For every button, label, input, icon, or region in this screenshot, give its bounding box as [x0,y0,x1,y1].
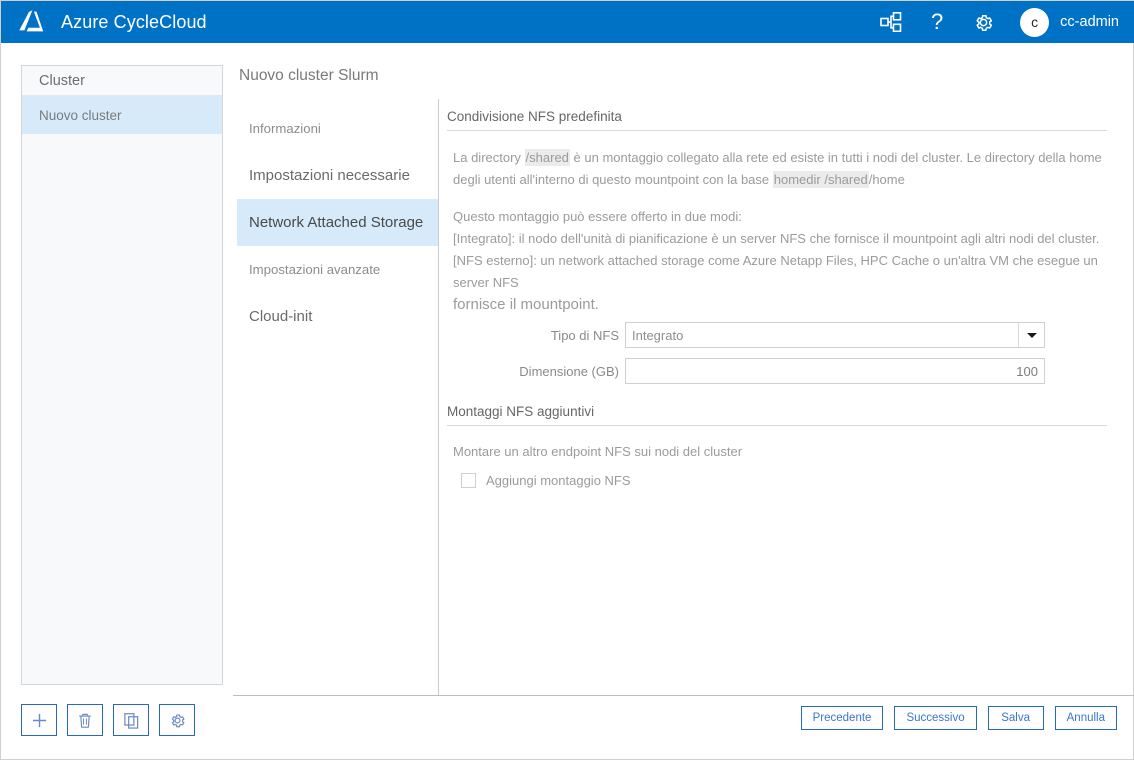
footer-divider [233,695,1134,696]
network-topology-icon[interactable] [878,9,904,35]
tab-cloud-init[interactable]: Cloud-init [237,293,438,340]
section-heading-nfs-default: Condivisione NFS predefinita [447,109,1107,131]
brand[interactable]: Azure CycleCloud [1,9,207,35]
cluster-list-panel: Cluster Nuovo cluster [21,65,223,685]
cluster-list-item-nuovo-cluster[interactable]: Nuovo cluster [22,96,222,134]
form-row-size-gb: Dimensione (GB) 100 [447,358,1107,384]
gear-icon[interactable] [970,9,996,35]
desc-text-1: La directory [453,150,525,165]
form-row-nfs-type: Tipo di NFS Integrato [447,322,1107,348]
tab-label: Impostazioni avanzate [249,262,380,277]
add-nfs-mount-label: Aggiungi montaggio NFS [486,473,631,488]
app-window: Azure CycleCloud ? c [0,0,1134,760]
nas-settings-panel: Condivisione NFS predefinita La director… [447,109,1107,488]
cluster-list-item-label: Nuovo cluster [39,108,122,123]
page-title: Nuovo cluster Slurm [239,67,379,85]
nfs-description-paragraph: La directory /shared è un montaggio coll… [447,147,1107,191]
wizard-tabs: Informazioni Impostazioni necessarie Net… [237,105,438,340]
previous-button[interactable]: Precedente [801,706,884,730]
help-icon[interactable]: ? [924,9,950,35]
cluster-list-heading: Cluster [22,66,222,96]
tab-impostazioni-necessarie[interactable]: Impostazioni necessarie [237,152,438,199]
modes-line-4: fornisce il mountpoint. [453,294,1107,316]
nfs-type-field: Integrato [625,322,1045,348]
user-name: cc-admin [1060,14,1119,30]
header-actions: ? c cc-admin [878,8,1134,37]
nfs-type-value: Integrato [626,328,1018,343]
desc-code-shared: /shared [525,149,570,166]
next-button[interactable]: Successivo [894,706,976,730]
section-heading-additional-mounts: Montaggi NFS aggiuntivi [447,404,1107,426]
size-gb-label: Dimensione (GB) [447,364,625,379]
add-nfs-mount-row[interactable]: Aggiungi montaggio NFS [447,473,1107,488]
modes-line-2: [Integrato]: il nodo dell'unità di piani… [453,228,1107,250]
app-title: Azure CycleCloud [61,12,207,33]
desc-code-homedir: homedir /shared [773,171,869,188]
nfs-form: Tipo di NFS Integrato Dimensione (GB) 10… [447,322,1107,384]
duplicate-cluster-button[interactable] [113,704,149,736]
size-gb-field: 100 [625,358,1045,384]
add-nfs-mount-checkbox[interactable] [461,473,476,488]
modes-line-1: Questo montaggio può essere offerto in d… [453,206,1107,228]
trash-icon [77,712,93,729]
modes-line-3: [NFS esterno]: un network attached stora… [453,250,1107,294]
app-header: Azure CycleCloud ? c [1,1,1134,43]
tab-network-attached-storage[interactable]: Network Attached Storage [237,199,438,246]
delete-cluster-button[interactable] [67,704,103,736]
tab-label: Impostazioni necessarie [249,167,410,184]
save-button[interactable]: Salva [988,706,1044,730]
user-menu[interactable]: c cc-admin [1020,8,1119,37]
help-glyph: ? [931,11,943,33]
tab-label: Cloud-init [249,308,312,325]
nfs-modes-paragraph: Questo montaggio può essere offerto in d… [447,206,1107,316]
tab-label: Network Attached Storage [249,214,423,231]
cluster-toolbar [21,704,195,736]
cluster-settings-button[interactable] [159,704,195,736]
tab-label: Informazioni [249,121,321,136]
add-cluster-button[interactable] [21,704,57,736]
avatar: c [1020,8,1049,37]
cancel-button[interactable]: Annulla [1055,706,1117,730]
additional-mounts-note: Montare un altro endpoint NFS sui nodi d… [447,444,1107,459]
copy-icon [123,712,140,729]
tab-informazioni[interactable]: Informazioni [237,105,438,152]
nfs-type-select[interactable]: Integrato [625,322,1045,348]
plus-icon [31,712,48,729]
azure-logo-icon [19,9,49,35]
wizard-footer-buttons: Precedente Successivo Salva Annulla [801,706,1117,730]
gear-icon [169,712,186,729]
chevron-down-icon[interactable] [1018,323,1044,347]
size-gb-input[interactable]: 100 [625,358,1045,384]
nfs-type-label: Tipo di NFS [447,328,625,343]
tab-impostazioni-avanzate[interactable]: Impostazioni avanzate [237,246,438,293]
caret-glyph [1027,333,1037,338]
desc-text-3: /home [869,172,905,187]
vertical-divider [438,99,439,695]
